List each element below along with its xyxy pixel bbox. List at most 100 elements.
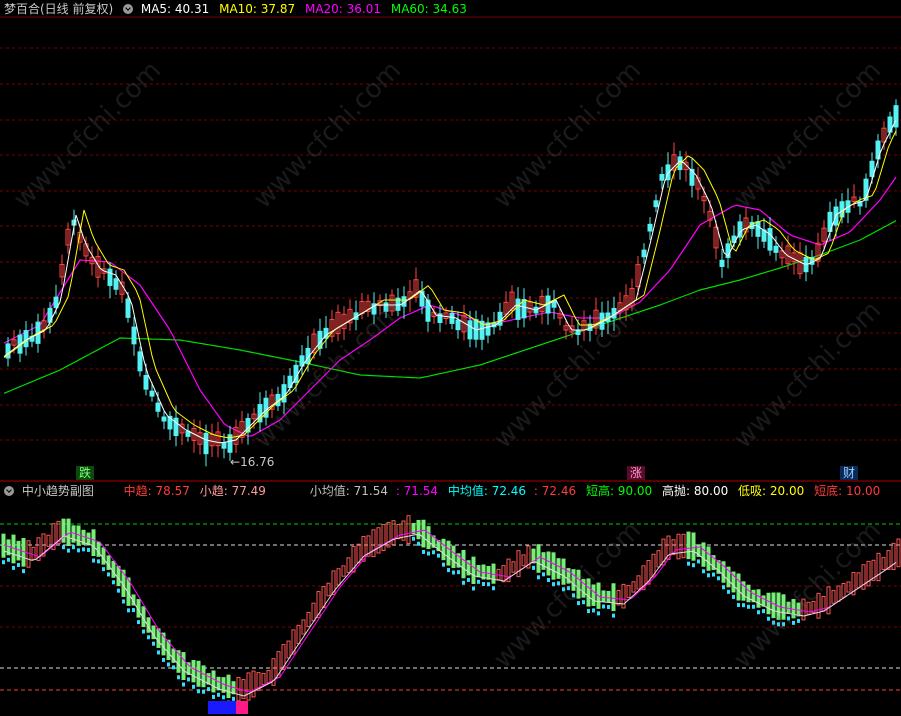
stock-title: 梦百合(日线 前复权)	[4, 2, 114, 16]
trend-bar	[451, 545, 456, 569]
trend-bar	[841, 582, 846, 598]
trend-dot	[202, 689, 205, 694]
trend-dot	[752, 604, 755, 609]
trend-bar	[691, 532, 696, 561]
candle-body	[653, 200, 659, 208]
candle-body	[521, 299, 527, 319]
trend-dot	[442, 562, 445, 567]
trend-dot	[432, 550, 435, 555]
candle-body	[53, 296, 59, 308]
candle-body	[137, 351, 143, 372]
trend-dot	[152, 641, 155, 646]
trend-dot	[587, 609, 590, 614]
trend-bar	[656, 550, 661, 568]
trend-bar	[91, 529, 96, 557]
trend-bar	[881, 557, 886, 571]
trend-dot	[722, 585, 725, 590]
indicator-menu-icon[interactable]	[123, 4, 134, 14]
trend-dot	[12, 565, 15, 570]
trend-bar	[736, 573, 741, 601]
trend-dot	[142, 629, 145, 634]
trend-dot	[107, 572, 110, 577]
trend-dot	[607, 604, 610, 609]
mid-trend-label: 中趋: 78.57	[123, 484, 190, 498]
price-grid	[0, 16, 901, 691]
trend-dot	[692, 563, 695, 568]
trend-bar	[201, 665, 206, 688]
trend-bar	[301, 619, 306, 635]
trend-dot	[232, 696, 235, 701]
trend-dot	[147, 635, 150, 640]
trend-bar	[286, 640, 291, 659]
trend-bar	[311, 602, 316, 622]
trend-dot	[167, 662, 170, 667]
trend-dot	[112, 580, 115, 585]
candle-body	[719, 259, 725, 267]
candle-body	[659, 174, 665, 181]
trend-dot	[492, 586, 495, 591]
trend-dot	[157, 650, 160, 655]
trend-bar	[371, 529, 376, 558]
trend-dot	[612, 613, 615, 618]
trend-dot	[97, 559, 100, 564]
trend-dot	[482, 581, 485, 586]
small-trend-label: 小趋: 77.49	[199, 484, 266, 498]
trend-dot	[737, 603, 740, 608]
small-avg-label: 小均值: 71.54	[309, 484, 388, 498]
trend-bar	[551, 552, 556, 580]
trend-dot	[2, 560, 5, 565]
high-sell-label: 高抛: 80.00	[662, 484, 729, 498]
trend-bar	[756, 589, 761, 608]
candle-body	[575, 329, 581, 336]
signal-fall: 跌	[76, 466, 95, 480]
trend-dot	[22, 569, 25, 574]
trend-bar	[346, 557, 351, 573]
trend-bar	[516, 550, 521, 578]
trend-dot	[532, 565, 535, 570]
trend-dot	[197, 689, 200, 694]
trend-bar	[101, 547, 106, 565]
trend-bar	[461, 549, 466, 579]
candle-body	[113, 278, 119, 290]
trend-dot	[597, 611, 600, 616]
trend-bar	[306, 611, 311, 628]
mid-avg-label: 中均值: 72.46	[447, 484, 527, 498]
candle-body	[221, 442, 227, 449]
trend-bar	[261, 672, 266, 686]
trend-bar	[116, 565, 121, 587]
trend-bar	[266, 670, 271, 683]
sub-indicator-menu-icon[interactable]	[4, 486, 14, 496]
trend-dot	[762, 609, 765, 614]
trend-dot	[137, 620, 140, 625]
trend-bar	[441, 538, 446, 561]
trend-dot	[207, 687, 210, 692]
trend-bar	[416, 519, 421, 540]
trend-bar	[836, 585, 841, 602]
ma60-label: MA60: 34.63	[390, 2, 467, 16]
small-avg-value: : 71.54	[395, 484, 439, 498]
candle-body	[203, 432, 209, 455]
trend-bar	[66, 518, 71, 547]
candle-body	[149, 390, 155, 397]
trend-dot	[222, 695, 225, 700]
candle-body	[23, 330, 29, 348]
candle-body	[131, 326, 137, 345]
trend-dot	[697, 559, 700, 564]
trend-bar	[406, 515, 411, 544]
trend-bar	[251, 670, 256, 698]
candle-body	[455, 319, 461, 331]
trend-bar	[636, 575, 641, 590]
trend-bar	[606, 590, 611, 603]
ma10-label: MA10: 37.87	[219, 2, 296, 16]
trend-bar	[706, 546, 711, 571]
trend-dot	[487, 582, 490, 587]
trend-dot	[717, 576, 720, 581]
trend-dot	[757, 610, 760, 615]
trend-bar	[181, 652, 186, 680]
trend-dot	[92, 558, 95, 563]
trend-dot	[462, 580, 465, 585]
candle-body	[161, 416, 167, 422]
trend-bar	[111, 560, 116, 578]
trend-dot	[537, 575, 540, 580]
trend-bar	[446, 540, 451, 566]
